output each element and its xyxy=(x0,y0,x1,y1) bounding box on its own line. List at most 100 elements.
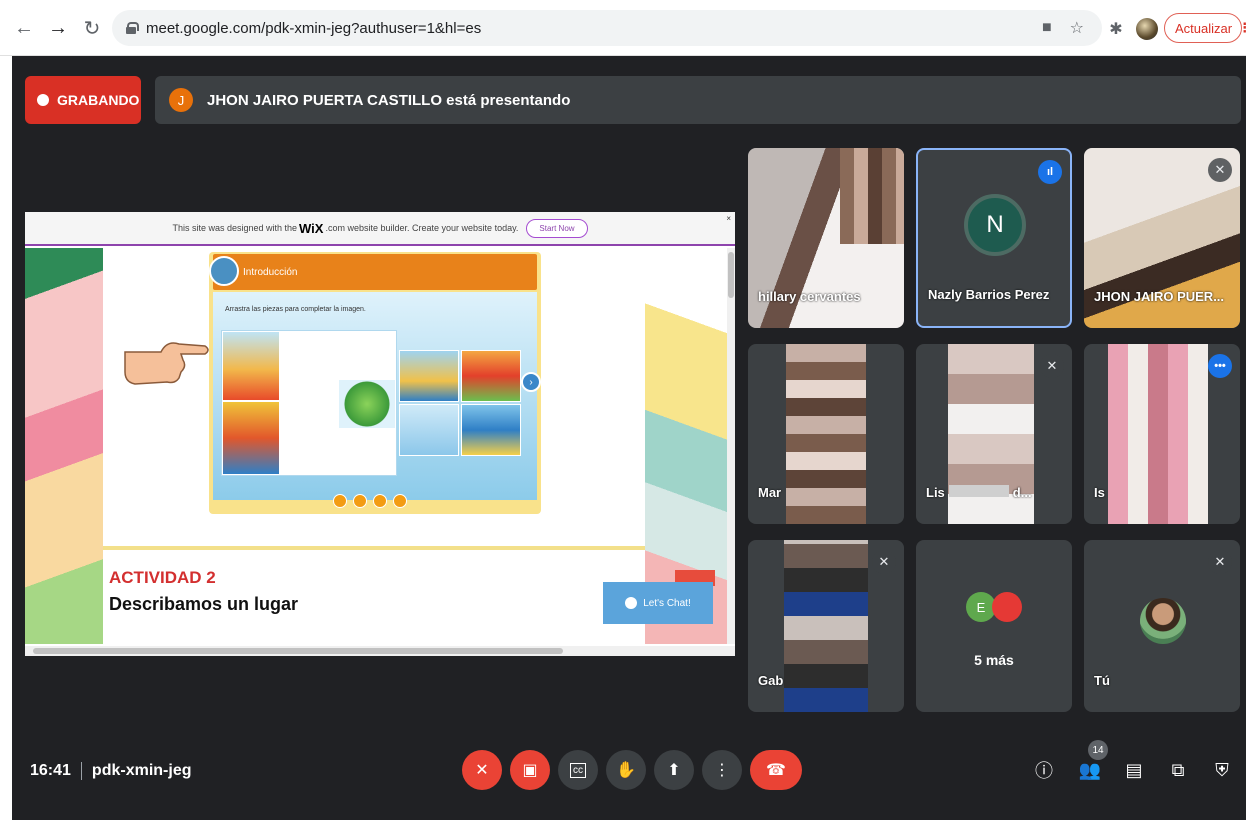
puzzle-badge-icon xyxy=(209,256,239,286)
back-icon[interactable]: ← xyxy=(10,14,38,42)
update-label: Actualizar xyxy=(1175,20,1233,36)
more-participants-tile[interactable]: E 5 más xyxy=(916,540,1072,712)
captions-button[interactable]: cc xyxy=(558,750,598,790)
meeting-details-button[interactable]: ⓘ xyxy=(1030,756,1058,784)
puzzle-instruction: Arrastra las piezas para completar la im… xyxy=(225,306,366,313)
shield-lock-icon: ⛨ xyxy=(1215,759,1229,780)
puzzle-control-button[interactable] xyxy=(353,494,367,508)
chat-icon: ▤ xyxy=(1125,759,1143,780)
more-vert-icon: ⋮ xyxy=(714,762,730,779)
puzzle-piece[interactable] xyxy=(461,404,521,456)
self-tile[interactable]: ✕ Tú xyxy=(1084,540,1240,712)
self-avatar xyxy=(1140,598,1186,644)
participant-tile[interactable]: hillary cervantes xyxy=(748,148,904,328)
vertical-scrollbar[interactable] xyxy=(727,248,735,644)
url-text[interactable]: meet.google.com/pdk-xmin-jeg?authuser=1&… xyxy=(146,20,481,37)
video-feed-pixelated xyxy=(784,540,868,712)
camera-blocked-icon[interactable]: ■ xyxy=(1042,19,1052,37)
participant-name-end: d... xyxy=(1012,485,1032,500)
presenter-avatar: J xyxy=(169,88,193,112)
activity-subtitle: Describamos un lugar xyxy=(109,594,299,614)
raise-hand-button[interactable]: ✋ xyxy=(606,750,646,790)
profile-avatar[interactable] xyxy=(1136,18,1158,40)
next-arrow-icon[interactable]: › xyxy=(521,372,541,392)
left-decoration xyxy=(25,248,103,644)
hand-icon: ✋ xyxy=(616,762,636,779)
puzzle-piece[interactable] xyxy=(222,401,280,475)
activity-title: ACTIVIDAD 2 xyxy=(109,568,216,587)
present-button[interactable]: ⬆ xyxy=(654,750,694,790)
puzzle-target-area[interactable] xyxy=(221,330,397,476)
more-avatars: E xyxy=(966,592,1022,622)
reload-icon[interactable]: ↻ xyxy=(78,14,106,42)
participant-tile[interactable]: Mar xyxy=(748,344,904,524)
chat-icon xyxy=(625,597,638,609)
participant-name: Tú xyxy=(1094,673,1110,688)
participant-name: Mar xyxy=(758,485,782,500)
horizontal-scrollbar[interactable] xyxy=(25,646,735,656)
lets-chat-button[interactable]: Let's Chat! xyxy=(603,582,713,624)
puzzle-header: Introducción xyxy=(209,254,537,290)
star-icon[interactable]: ☆ xyxy=(1070,18,1084,38)
wix-banner: This site was designed with the WiX .com… xyxy=(25,212,735,246)
mic-off-button[interactable]: ✕ xyxy=(462,750,502,790)
participant-avatar: N xyxy=(964,194,1026,256)
close-icon[interactable]: × xyxy=(726,214,731,223)
lock-icon[interactable] xyxy=(126,22,139,34)
mic-off-icon: ✕ xyxy=(1040,354,1064,378)
leave-call-button[interactable]: ☎ xyxy=(750,750,802,790)
wix-text-post: .com website builder. Create your websit… xyxy=(325,223,519,233)
participant-tile[interactable]: ✕ JHON JAIRO PUER... xyxy=(1084,148,1240,328)
host-controls-button[interactable]: ⛨ xyxy=(1208,756,1236,784)
chat-label: Let's Chat! xyxy=(643,597,691,609)
participant-tile[interactable]: N ıl Nazly Barrios Perez xyxy=(916,148,1072,328)
browser-toolbar: ← → ↻ meet.google.com/pdk-xmin-jeg?authu… xyxy=(0,0,1246,56)
mic-off-icon: ✕ xyxy=(475,762,489,779)
puzzle-control-button[interactable] xyxy=(373,494,387,508)
meet-stage: GRABANDO J JHON JAIRO PUERTA CASTILLO es… xyxy=(12,56,1246,820)
camera-off-button[interactable]: ▣ xyxy=(510,750,550,790)
participant-name: hillary cervantes xyxy=(758,289,861,304)
puzzle-control-button[interactable] xyxy=(393,494,407,508)
puzzle-control-button[interactable] xyxy=(333,494,347,508)
start-now-button[interactable]: Start Now xyxy=(526,218,588,238)
wix-logo: WiX xyxy=(299,220,324,236)
people-button[interactable]: 👥 xyxy=(1076,756,1104,784)
pointing-hand-icon xyxy=(124,342,209,385)
menu-dots-icon[interactable]: ⋮ xyxy=(1238,20,1246,36)
puzzle-piece[interactable] xyxy=(461,350,521,402)
participant-tile[interactable]: ••• Is xyxy=(1084,344,1240,524)
present-icon: ⬆ xyxy=(667,762,681,779)
video-feed-pixelated xyxy=(840,148,904,244)
participant-avatar-photo xyxy=(992,592,1022,622)
forward-icon[interactable]: → xyxy=(44,14,72,42)
more-options-button[interactable]: ⋮ xyxy=(702,750,742,790)
activities-button[interactable]: ⧉ xyxy=(1164,756,1192,784)
address-bar[interactable]: meet.google.com/pdk-xmin-jeg?authuser=1&… xyxy=(112,10,1102,46)
chat-button[interactable]: ▤ xyxy=(1120,756,1148,784)
presenting-text: JHON JAIRO PUERTA CASTILLO está presenta… xyxy=(207,91,571,109)
participant-name: Nazly Barrios Perez xyxy=(928,287,1050,302)
recording-label: GRABANDO xyxy=(57,92,140,108)
record-dot-icon xyxy=(37,94,49,106)
update-button[interactable]: Actualizar ⋮ xyxy=(1164,13,1246,43)
puzzle-piece[interactable] xyxy=(222,331,280,401)
meeting-code: pdk-xmin-jeg xyxy=(91,762,192,779)
puzzle-piece[interactable] xyxy=(338,379,396,429)
extensions-icon[interactable]: ✱ xyxy=(1106,19,1126,39)
meeting-time: 16:41 xyxy=(30,762,71,779)
more-participants-label: 5 más xyxy=(974,652,1014,668)
puzzle-piece[interactable] xyxy=(399,350,459,402)
mic-off-icon: ✕ xyxy=(1208,158,1232,182)
participant-tile[interactable]: ✕ Gab xyxy=(748,540,904,712)
participant-tile[interactable]: ✕ Lis d... xyxy=(916,344,1072,524)
video-feed-pixelated xyxy=(786,344,866,524)
puzzle-piece[interactable] xyxy=(399,404,459,456)
camera-off-icon: ▣ xyxy=(522,762,538,779)
info-icon: ⓘ xyxy=(1035,761,1053,781)
wix-text-pre: This site was designed with the xyxy=(172,223,298,233)
puzzle-title: Introducción xyxy=(243,266,298,278)
recording-indicator[interactable]: GRABANDO xyxy=(25,76,141,124)
video-feed-pixelated xyxy=(1108,344,1208,524)
meeting-info: 16:41 pdk-xmin-jeg xyxy=(30,762,191,780)
